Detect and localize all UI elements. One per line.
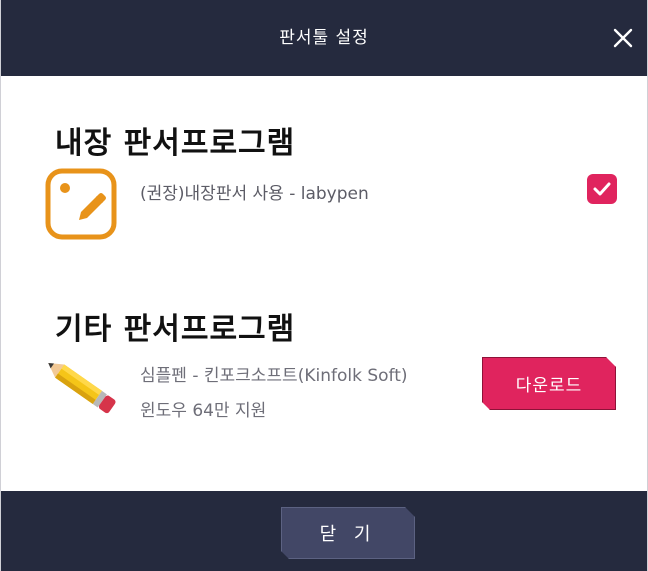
builtin-section-heading: 내장 판서프로그램 [55, 126, 296, 161]
title-bar: 판서툴 설정 [1, 0, 647, 76]
pen-tool-settings-dialog: 판서툴 설정 내장 판서프로그램 (권장)내장판서 사용 - labypen 기… [0, 0, 648, 571]
close-button[interactable]: 닫 기 [281, 507, 415, 559]
close-icon[interactable] [611, 26, 635, 50]
edit-pen-icon [45, 168, 117, 244]
builtin-option-label: (권장)내장판서 사용 - labypen [140, 184, 369, 204]
program-name: 심플펜 - 킨포크소프트(Kinfolk Soft) [140, 366, 408, 386]
download-button[interactable]: 다운로드 [482, 357, 616, 410]
other-section-heading: 기타 판서프로그램 [55, 312, 296, 347]
check-icon [593, 182, 611, 196]
program-description: 윈도우 64만 지원 [140, 401, 267, 421]
pencil-icon [41, 350, 121, 426]
builtin-checkbox[interactable] [587, 174, 617, 204]
dialog-title: 판서툴 설정 [279, 28, 369, 48]
